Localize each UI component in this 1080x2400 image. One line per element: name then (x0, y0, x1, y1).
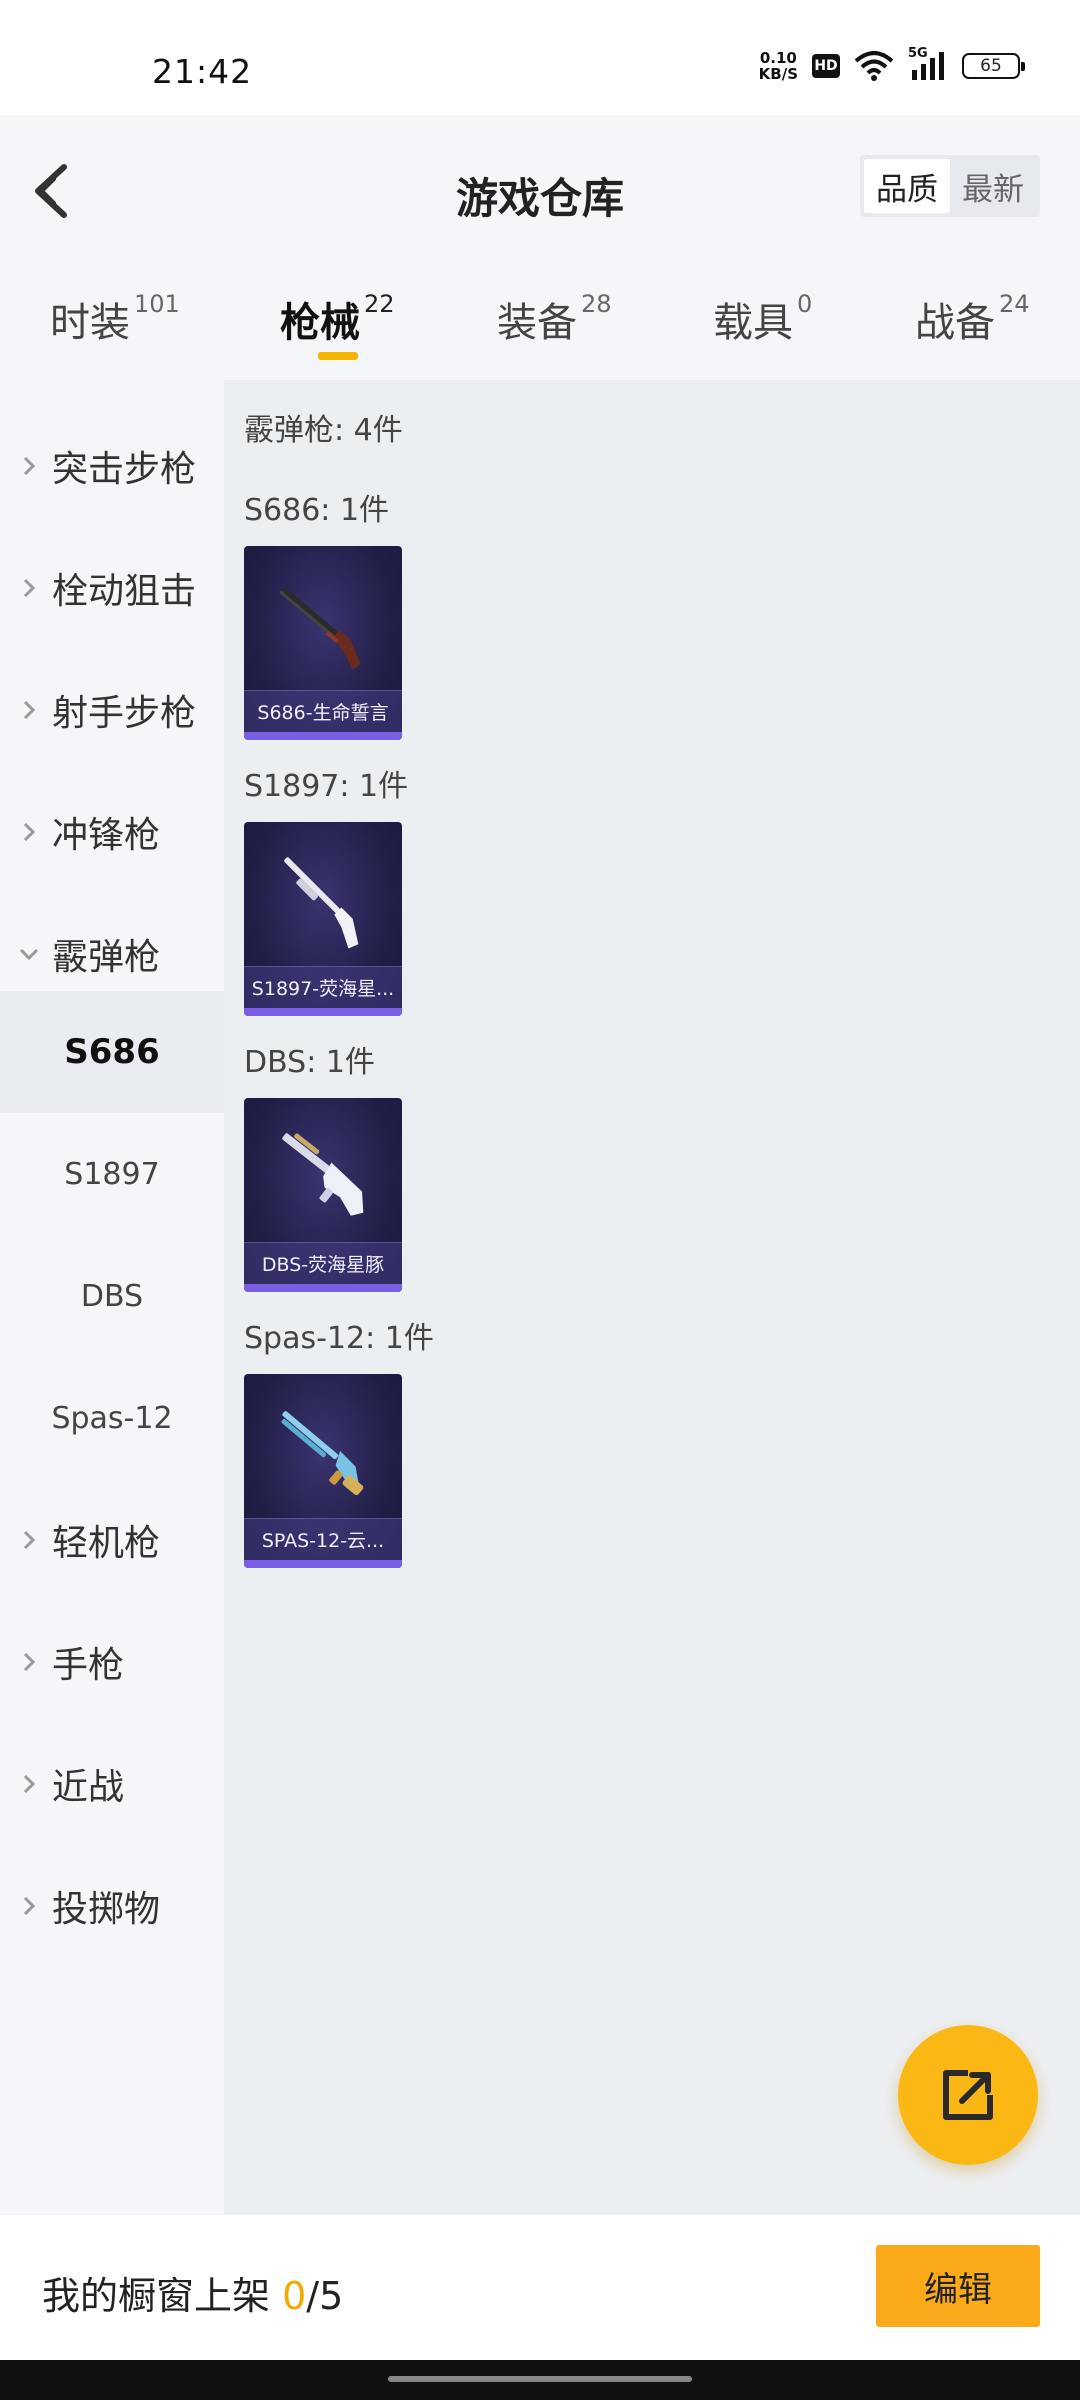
tab-firearms[interactable]: 枪械 22 (280, 290, 395, 348)
item-name: S686-生命誓言 (244, 690, 402, 732)
status-time: 21:42 (152, 52, 253, 91)
external-link-icon (943, 2070, 993, 2120)
group-title: DBS: 1件 (244, 1045, 375, 1080)
share-button[interactable] (898, 2025, 1038, 2165)
net-speed: 0.10 KB/S (758, 49, 798, 83)
item-card[interactable]: SPAS-12-云... (244, 1374, 402, 1568)
sidebar-sub-s686[interactable]: S686 (0, 991, 224, 1113)
group-title: S686: 1件 (244, 493, 390, 528)
item-name: SPAS-12-云... (244, 1518, 402, 1560)
group-title: S1897: 1件 (244, 769, 409, 804)
sidebar-sub-dbs[interactable]: DBS (0, 1235, 224, 1357)
sidebar: 突击步枪 栓动狙击 射手步枪 冲锋枪 霰弹枪 S686 S1897 DBS Sp… (0, 380, 224, 2215)
sort-option-quality[interactable]: 品质 (864, 159, 950, 213)
gesture-handle[interactable] (388, 2376, 692, 2382)
sidebar-item-bolt-action-sniper[interactable]: 栓动狙击 (0, 527, 224, 649)
chevron-right-icon (18, 1529, 40, 1551)
tab-gear[interactable]: 战备 24 (915, 290, 1030, 348)
category-tabs: 时装 101 枪械 22 装备 28 载具 0 战备 24 (0, 265, 1080, 380)
active-tab-indicator (318, 352, 358, 360)
chevron-right-icon (18, 699, 40, 721)
tab-vehicles[interactable]: 载具 0 (713, 290, 812, 348)
tab-equipment[interactable]: 装备 28 (497, 290, 612, 348)
cellular-signal-icon: 5G (908, 46, 948, 82)
chevron-right-icon (18, 1773, 40, 1795)
rarity-bar (244, 732, 402, 740)
sort-option-newest[interactable]: 最新 (950, 159, 1036, 213)
rarity-bar (244, 1284, 402, 1292)
main-content: 霰弹枪: 4件 S686: 1件 S686-生命誓言 S1897: 1件 S18… (224, 380, 1080, 2215)
shelf-current-count: 0 (282, 2274, 307, 2318)
battery-level: 65 (980, 56, 1002, 76)
chevron-right-icon (18, 1895, 40, 1917)
edit-button[interactable]: 编辑 (876, 2245, 1040, 2327)
status-icons: 0.10 KB/S HD 5G 65 (758, 46, 1025, 83)
hd-badge: HD (812, 54, 840, 78)
spas-shotgun-icon (281, 1411, 364, 1496)
showcase-shelf-status: 我的橱窗上架 0/5 (42, 2274, 344, 2318)
sort-toggle: 品质 最新 (860, 155, 1040, 217)
sidebar-item-lmg[interactable]: 轻机枪 (0, 1479, 224, 1601)
item-card[interactable]: DBS-荧海星豚 (244, 1098, 402, 1292)
sidebar-item-throwables[interactable]: 投掷物 (0, 1845, 224, 1967)
section-title: 霰弹枪: 4件 (244, 413, 403, 448)
item-name: S1897-荧海星... (244, 966, 402, 1008)
tab-fashion[interactable]: 时装 101 (50, 290, 180, 348)
item-card[interactable]: S686-生命誓言 (244, 546, 402, 740)
sidebar-item-melee[interactable]: 近战 (0, 1723, 224, 1845)
sidebar-item-pistol[interactable]: 手枪 (0, 1601, 224, 1723)
chevron-down-icon (18, 943, 40, 965)
item-name: DBS-荧海星豚 (244, 1242, 402, 1284)
sidebar-item-marksman-rifle[interactable]: 射手步枪 (0, 649, 224, 771)
header: 游戏仓库 品质 最新 (0, 115, 1080, 265)
group-title: Spas-12: 1件 (244, 1321, 434, 1356)
sidebar-item-smg[interactable]: 冲锋枪 (0, 771, 224, 893)
chevron-right-icon (18, 455, 40, 477)
navigation-gesture-area (0, 2360, 1080, 2400)
status-bar: 21:42 0.10 KB/S HD 5G 65 (0, 0, 1080, 115)
item-card[interactable]: S1897-荧海星... (244, 822, 402, 1016)
sidebar-sub-spas12[interactable]: Spas-12 (0, 1357, 224, 1479)
battery-icon: 65 (962, 53, 1025, 79)
double-barrel-shotgun-icon (279, 587, 361, 671)
pump-shotgun-icon (284, 857, 359, 949)
chevron-right-icon (18, 577, 40, 599)
chevron-right-icon (18, 821, 40, 843)
bullpup-shotgun-icon (282, 1133, 364, 1216)
rarity-bar (244, 1008, 402, 1016)
bottom-bar: 我的橱窗上架 0/5 编辑 (0, 2215, 1080, 2360)
wifi-icon (854, 51, 894, 81)
chevron-right-icon (18, 1651, 40, 1673)
rarity-bar (244, 1560, 402, 1568)
sidebar-sub-s1897[interactable]: S1897 (0, 1113, 224, 1235)
sidebar-item-assault-rifle[interactable]: 突击步枪 (0, 405, 224, 527)
